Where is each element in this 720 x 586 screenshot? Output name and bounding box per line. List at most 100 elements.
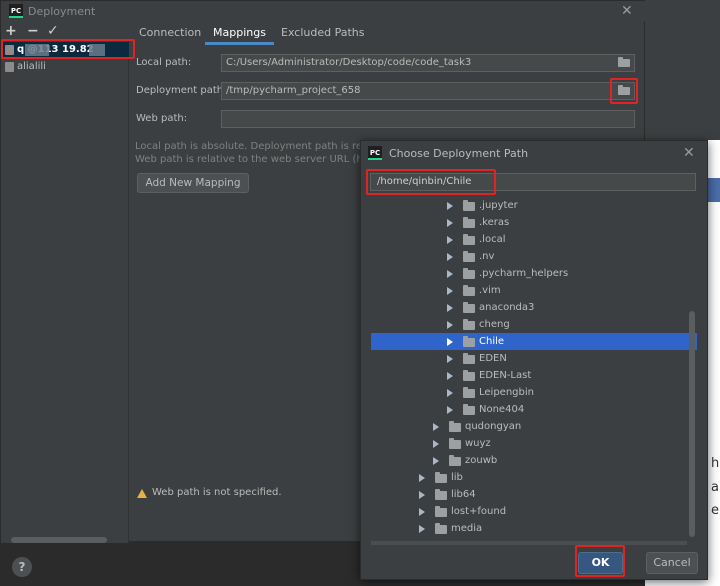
folder-icon	[463, 302, 475, 313]
help-button[interactable]: ?	[12, 557, 32, 577]
warning-text: Web path is not specified.	[152, 487, 282, 498]
folder-icon	[463, 251, 475, 262]
add-new-mapping-button[interactable]: Add New Mapping	[137, 173, 249, 193]
expand-arrow-icon[interactable]	[447, 389, 453, 397]
folder-icon	[463, 387, 475, 398]
expand-arrow-icon[interactable]	[447, 338, 453, 346]
expand-arrow-icon[interactable]	[433, 423, 439, 431]
tree-row-folder[interactable]: None404	[371, 401, 697, 418]
expand-arrow-icon[interactable]	[433, 440, 439, 448]
tree-row-folder[interactable]: Chile	[371, 333, 697, 350]
tree-row-folder[interactable]: .pycharm_helpers	[371, 265, 697, 282]
expand-arrow-icon[interactable]	[419, 525, 425, 533]
folder-icon	[435, 472, 447, 483]
folder-icon	[463, 285, 475, 296]
tree-row-folder[interactable]: EDEN-Last	[371, 367, 697, 384]
expand-arrow-icon[interactable]	[447, 406, 453, 414]
background-text-fragment: h	[711, 456, 720, 471]
expand-arrow-icon[interactable]	[419, 508, 425, 516]
apply-check-icon[interactable]: ✓	[47, 23, 59, 39]
expand-arrow-icon[interactable]	[447, 270, 453, 278]
tree-vertical-scrollbar[interactable]	[689, 311, 695, 537]
folder-icon	[463, 319, 475, 330]
expand-arrow-icon[interactable]	[419, 491, 425, 499]
redacted-mosaic	[89, 44, 105, 56]
server-label: alialili	[17, 61, 46, 72]
folder-icon	[463, 336, 475, 347]
tree-row-folder[interactable]: lost+found	[371, 503, 697, 520]
tree-row-label: EDEN-Last	[479, 370, 532, 381]
tree-row-folder[interactable]: .jupyter	[371, 197, 697, 214]
tree-row-folder[interactable]: cheng	[371, 316, 697, 333]
tree-row-folder[interactable]: lib64	[371, 486, 697, 503]
server-item[interactable]: alialili	[3, 59, 129, 75]
web-path-field[interactable]	[221, 110, 635, 128]
tree-row-folder[interactable]: qudongyan	[371, 418, 697, 435]
folder-icon	[449, 421, 461, 432]
expand-arrow-icon[interactable]	[447, 287, 453, 295]
background-dark-area	[645, 0, 720, 140]
choose-deployment-path-dialog: PC Choose Deployment Path ✕ /home/qinbin…	[360, 140, 708, 580]
ok-button[interactable]: OK	[578, 552, 623, 574]
tree-row-folder[interactable]: lib	[371, 469, 697, 486]
server-list-scrollbar[interactable]	[11, 537, 107, 543]
expand-arrow-icon[interactable]	[447, 372, 453, 380]
server-item-selected[interactable]: q @113 19.82	[3, 42, 129, 58]
tab-connection[interactable]: Connection	[139, 23, 201, 45]
expand-arrow-icon[interactable]	[433, 457, 439, 465]
tree-row-folder[interactable]: media	[371, 520, 697, 537]
tree-row-folder[interactable]: .local	[371, 231, 697, 248]
tree-row-label: .keras	[479, 217, 510, 228]
remove-server-icon[interactable]: −	[27, 23, 39, 39]
expand-arrow-icon[interactable]	[447, 219, 453, 227]
path-input[interactable]: /home/qinbin/Chile	[370, 173, 696, 191]
tree-row-label: lib	[451, 472, 463, 483]
directory-tree: .jupyter .keras .local .nv .pycharm_helpers.…	[361, 197, 697, 543]
background-text-fragment: e	[711, 503, 719, 518]
expand-arrow-icon[interactable]	[447, 321, 453, 329]
tree-row-label: qudongyan	[465, 421, 522, 432]
tree-row-label: Chile	[479, 336, 505, 347]
tree-row-label: EDEN	[479, 353, 507, 364]
deployment-title: Deployment	[28, 5, 96, 18]
background-selection-strip	[708, 178, 720, 202]
expand-arrow-icon[interactable]	[419, 474, 425, 482]
folder-icon	[463, 217, 475, 228]
tree-row-label: wuyz	[465, 438, 491, 449]
tree-row-folder[interactable]: wuyz	[371, 435, 697, 452]
folder-icon	[435, 489, 447, 500]
tree-horizontal-scrollbar[interactable]	[371, 541, 687, 545]
add-server-icon[interactable]: +	[5, 23, 17, 39]
tree-row-folder[interactable]: EDEN	[371, 350, 697, 367]
cancel-button[interactable]: Cancel	[646, 552, 698, 574]
expand-arrow-icon[interactable]	[447, 236, 453, 244]
tree-row-folder[interactable]: Leipengbin	[371, 384, 697, 401]
expand-arrow-icon[interactable]	[447, 253, 453, 261]
local-path-field[interactable]: C:/Users/Administrator/Desktop/code/code…	[221, 54, 635, 72]
tab-excluded-paths[interactable]: Excluded Paths	[281, 23, 364, 45]
expand-arrow-icon[interactable]	[447, 304, 453, 312]
tree-row-label: .nv	[479, 251, 495, 262]
folder-icon	[435, 523, 447, 534]
expand-arrow-icon[interactable]	[447, 202, 453, 210]
deployment-path-label: Deployment path:	[136, 85, 227, 96]
tree-row-folder[interactable]: .keras	[371, 214, 697, 231]
server-list: q @113 19.82 alialili ?	[1, 41, 129, 577]
deployment-path-browse-button[interactable]	[614, 82, 634, 100]
tab-mappings[interactable]: Mappings	[205, 23, 274, 45]
web-path-label: Web path:	[136, 113, 188, 124]
close-icon[interactable]: ✕	[683, 146, 695, 160]
expand-arrow-icon[interactable]	[447, 355, 453, 363]
tree-row-folder[interactable]: anaconda3	[371, 299, 697, 316]
folder-icon	[618, 57, 630, 67]
deployment-titlebar: PC Deployment ✕	[1, 1, 646, 21]
tree-row-label: None404	[479, 404, 525, 415]
folder-icon	[463, 268, 475, 279]
deployment-path-field[interactable]: /tmp/pycharm_project_658	[221, 82, 635, 100]
close-icon[interactable]: ✕	[621, 4, 633, 18]
tree-row-folder[interactable]: .nv	[371, 248, 697, 265]
tree-row-folder[interactable]: zouwb	[371, 452, 697, 469]
tree-row-folder[interactable]: .vim	[371, 282, 697, 299]
local-path-browse-button[interactable]	[614, 54, 634, 72]
tree-row-label: .jupyter	[479, 200, 518, 211]
